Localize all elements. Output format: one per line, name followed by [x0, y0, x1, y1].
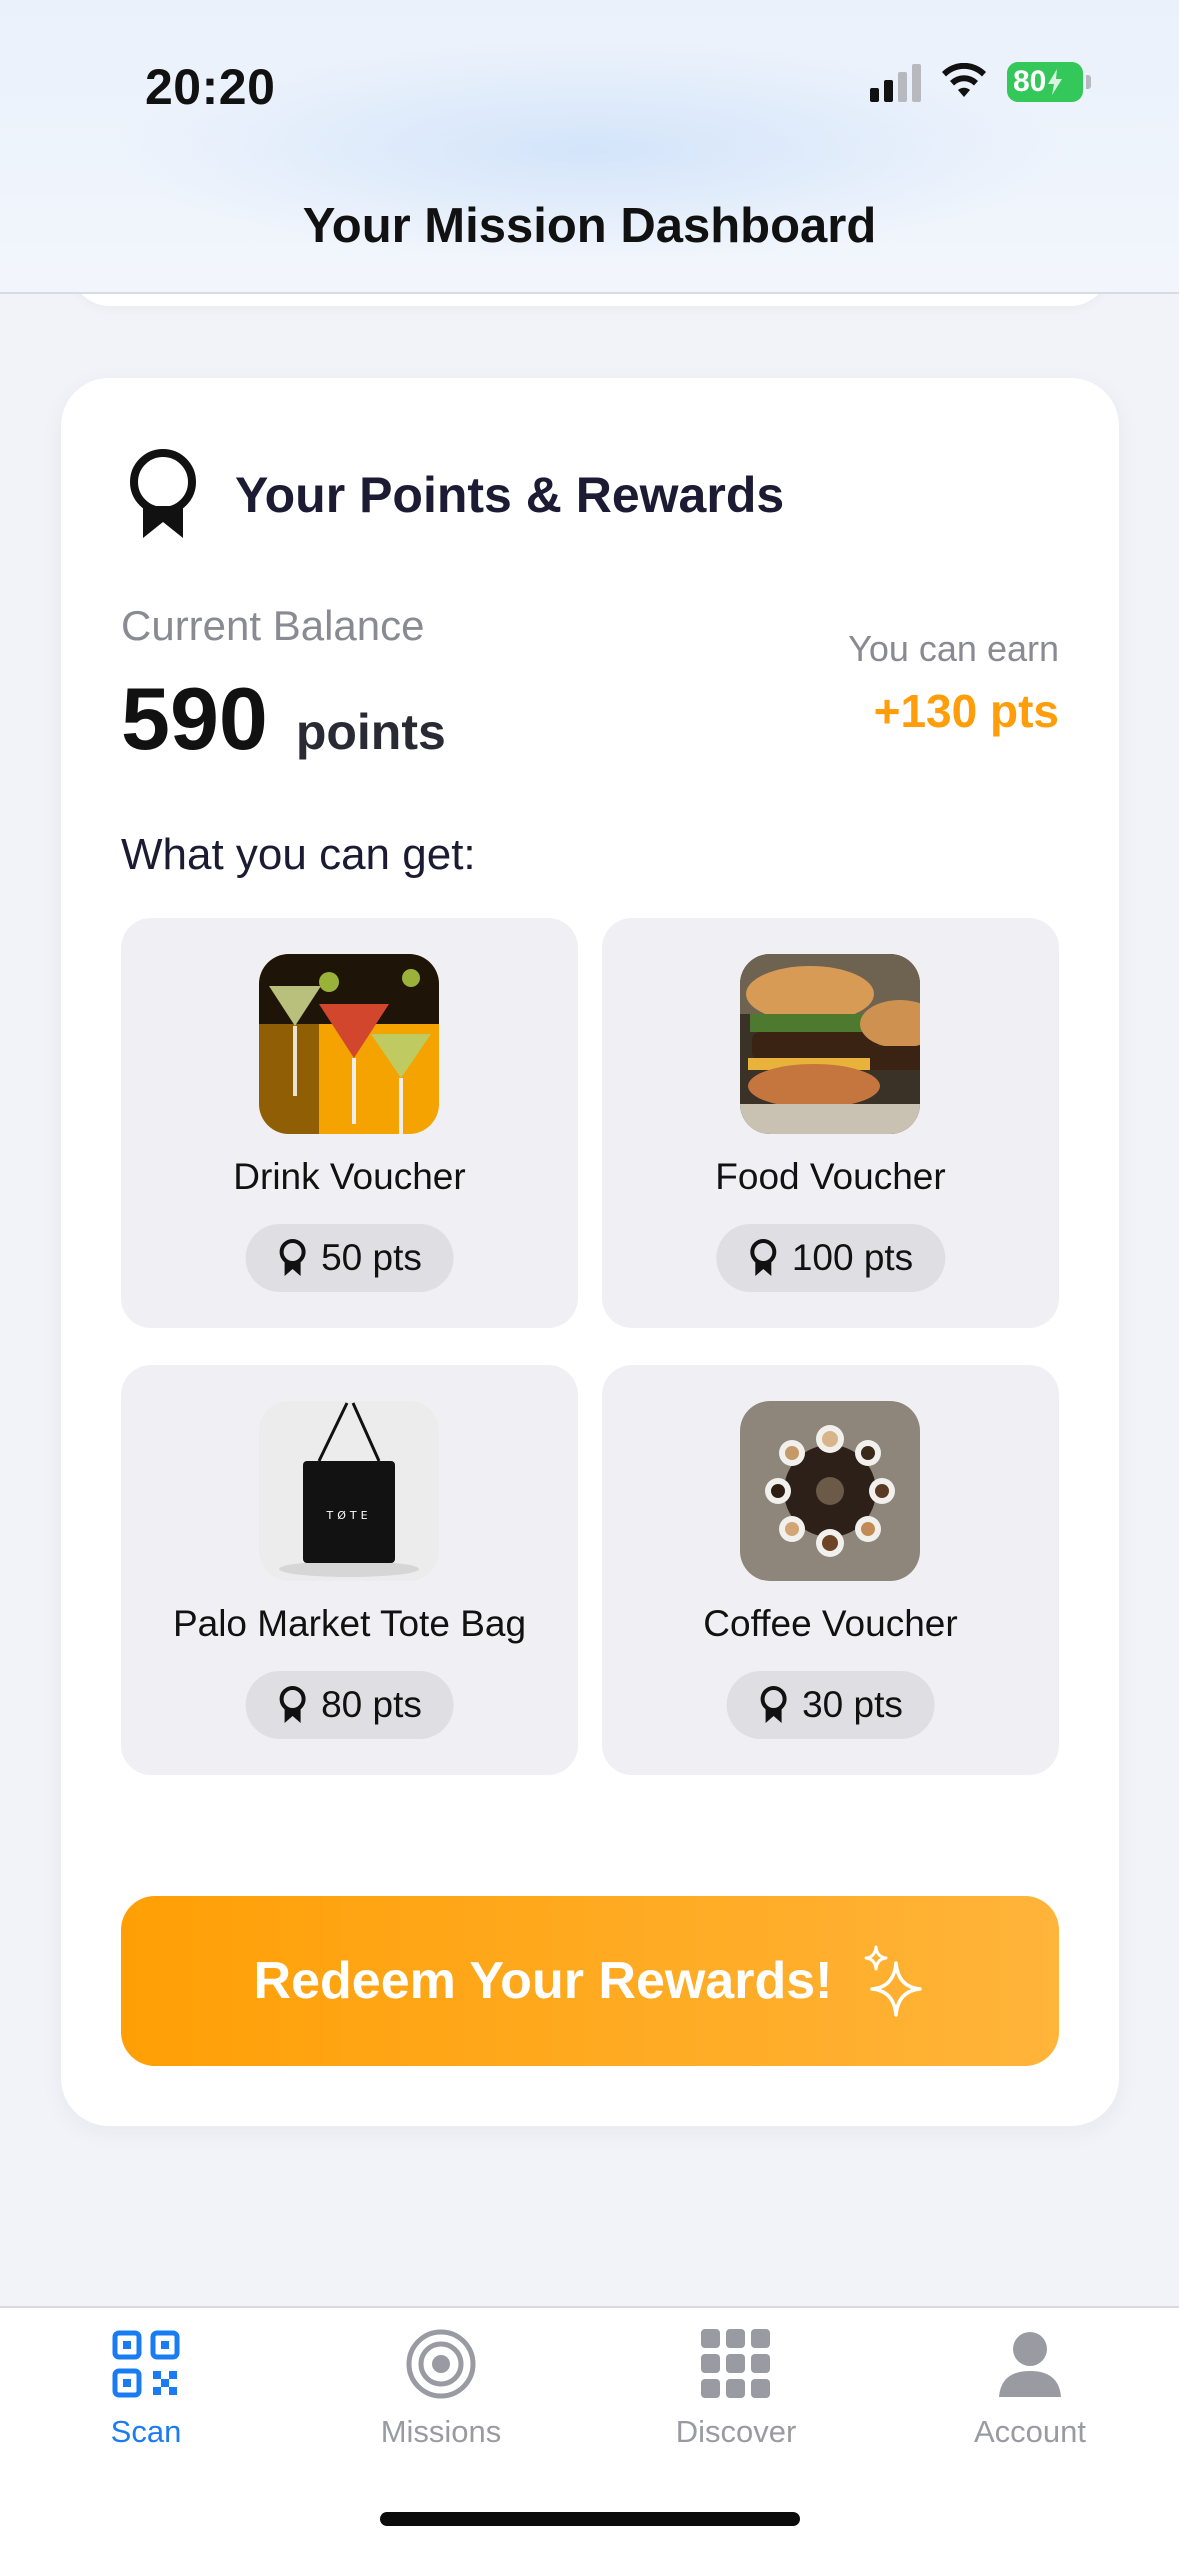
- ribbon-award-icon: [279, 1239, 306, 1276]
- earn-value: +130 pts: [873, 685, 1059, 737]
- home-indicator: [380, 2512, 800, 2526]
- reward-name: Food Voucher: [715, 1156, 946, 1197]
- tab-label: Scan: [110, 2414, 182, 2449]
- rewards-list-heading: What you can get:: [121, 830, 476, 879]
- reward-points: 80 pts: [321, 1684, 422, 1725]
- balance-value: 590 points: [121, 668, 446, 770]
- tab-label: Account: [973, 2414, 1086, 2449]
- reward-name: Coffee Voucher: [703, 1603, 958, 1644]
- reward-tile-drink-voucher[interactable]: Drink Voucher 50 pts: [121, 918, 578, 1328]
- balance-number: 590: [121, 669, 268, 768]
- ribbon-award-icon: [130, 449, 196, 538]
- ribbon-award-icon: [749, 1239, 776, 1276]
- rewards-card: Your Points & Rewards Current Balance 59…: [61, 378, 1119, 2126]
- tab-bar: Scan Missions Discover Account: [0, 2306, 1179, 2556]
- card-title: Your Points & Rewards: [235, 467, 785, 523]
- reward-points-badge: 100 pts: [715, 1224, 946, 1292]
- earn-label: You can earn: [848, 628, 1059, 669]
- person-icon: [994, 2328, 1066, 2400]
- qr-code-icon: [110, 2328, 182, 2400]
- battery-level: 80: [1013, 65, 1047, 98]
- tab-missions[interactable]: Missions: [341, 2328, 541, 2450]
- reward-tile-coffee-voucher[interactable]: Coffee Voucher 30 pts: [602, 1365, 1059, 1775]
- status-icons: 80: [870, 62, 1091, 102]
- reward-points: 50 pts: [321, 1237, 422, 1278]
- reward-tile-tote-bag[interactable]: TØTE Palo Market Tote Bag 80 pts: [121, 1365, 578, 1775]
- reward-name: Palo Market Tote Bag: [172, 1603, 527, 1644]
- reward-name: Drink Voucher: [233, 1156, 466, 1197]
- sparkles-icon: [864, 1945, 923, 2017]
- redeem-rewards-button[interactable]: Redeem Your Rewards!: [121, 1896, 1059, 2066]
- battery-icon: 80: [1007, 62, 1091, 102]
- grid-icon: [700, 2328, 772, 2400]
- tab-account[interactable]: Account: [930, 2328, 1130, 2450]
- cellular-signal-icon: [870, 62, 921, 102]
- reward-points: 30 pts: [802, 1684, 903, 1725]
- coffee-voucher-image: [740, 1401, 920, 1581]
- reward-points-badge: 30 pts: [726, 1671, 935, 1739]
- card-header: Your Points & Rewards: [127, 448, 784, 542]
- reward-points-badge: 50 pts: [245, 1224, 454, 1292]
- app-header: 20:20 80 Your Mission Dashboard: [0, 0, 1179, 294]
- status-time: 20:20: [145, 59, 276, 115]
- wifi-icon: [942, 63, 986, 97]
- ribbon-award-icon: [760, 1686, 787, 1723]
- target-icon: [405, 2328, 477, 2400]
- svg-text:TØTE: TØTE: [325, 1509, 371, 1522]
- reward-points: 100 pts: [791, 1237, 914, 1278]
- charging-bolt-icon: [1048, 69, 1063, 95]
- page-title: Your Mission Dashboard: [302, 199, 877, 253]
- drink-voucher-image: [259, 954, 439, 1134]
- tab-discover[interactable]: Discover: [636, 2328, 836, 2450]
- ribbon-award-icon: [279, 1686, 306, 1723]
- balance-label: Current Balance: [121, 602, 425, 649]
- tab-label: Missions: [380, 2414, 502, 2449]
- tab-scan[interactable]: Scan: [46, 2328, 246, 2450]
- tab-label: Discover: [675, 2414, 797, 2449]
- food-voucher-image: [740, 954, 920, 1134]
- reward-points-badge: 80 pts: [245, 1671, 454, 1739]
- balance-unit: points: [295, 704, 446, 760]
- redeem-label: Redeem Your Rewards!: [253, 1952, 833, 2010]
- tote-bag-image: TØTE: [259, 1401, 439, 1581]
- reward-tile-food-voucher[interactable]: Food Voucher 100 pts: [602, 918, 1059, 1328]
